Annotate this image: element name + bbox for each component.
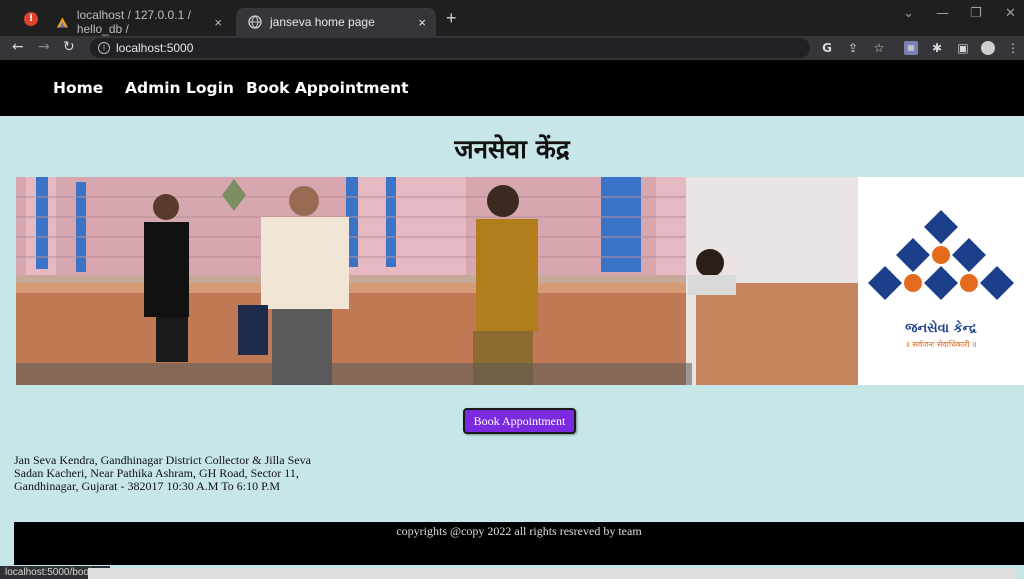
profile-avatar-icon[interactable] [981, 41, 995, 55]
janseva-logo-icon [868, 210, 1014, 300]
tab-phpmyadmin[interactable]: localhost / 127.0.0.1 / hello_db / × [0, 8, 232, 36]
copyright-text: copyrights @copy 2022 all rights resreve… [396, 524, 642, 538]
page-title: जनसेवा केंद्र [454, 135, 570, 165]
logo-tagline: ॥ सर्वजनः सेवाधिकारी ॥ [905, 340, 977, 349]
nav-home-link[interactable]: Home [53, 79, 103, 97]
new-tab-button[interactable]: + [446, 8, 457, 29]
minimize-button[interactable]: — [936, 6, 949, 21]
google-icon[interactable]: G [820, 41, 834, 55]
back-icon[interactable]: ← [12, 39, 24, 55]
nav-admin-login-link[interactable]: Admin Login [125, 79, 234, 97]
close-icon[interactable]: × [418, 15, 426, 30]
globe-icon [248, 15, 262, 29]
address-text: Jan Seva Kendra, Gandhinagar District Co… [14, 453, 311, 493]
window-close-button[interactable]: ✕ [1005, 6, 1016, 21]
browser-toolbar: ← → ↻ i localhost:5000 G ⇪ ☆ ▦ ✱ ▣ ⋮ [0, 36, 1024, 60]
tab-search-icon[interactable]: ⌄ [903, 6, 914, 21]
extension-icon[interactable]: ▦ [904, 41, 918, 55]
restore-button[interactable]: ❐ [970, 6, 982, 21]
book-appointment-button[interactable]: Book Appointment [463, 408, 576, 434]
janseva-logo: જનસેવા કેન્દ્ર ॥ सर्वजनः सेवाधिकारी ॥ [858, 177, 1024, 385]
bookmark-star-icon[interactable]: ☆ [872, 41, 886, 55]
side-panel-icon[interactable]: ▣ [956, 41, 970, 55]
puzzle-icon[interactable]: ✱ [930, 41, 944, 55]
address-bar[interactable]: i localhost:5000 [90, 38, 810, 58]
tab-title: localhost / 127.0.0.1 / hello_db / [76, 8, 191, 36]
share-icon[interactable]: ⇪ [846, 41, 860, 55]
close-icon[interactable]: × [214, 15, 222, 30]
nav-book-appointment-link[interactable]: Book Appointment [246, 79, 409, 97]
caption-overlay [16, 363, 692, 385]
browser-tabstrip: ! localhost / 127.0.0.1 / hello_db / × j… [0, 0, 1024, 36]
reload-icon[interactable]: ↻ [63, 39, 75, 55]
site-navbar: Home Admin Login Book Appointment [0, 60, 1024, 116]
tab-title: janseva home page [270, 15, 375, 29]
phpmyadmin-icon [56, 17, 68, 28]
footer: copyrights @copy 2022 all rights resreve… [14, 522, 1024, 565]
horizontal-scrollbar[interactable] [88, 568, 1016, 579]
hero-banner: જનસેવા કેન્દ્ર ॥ सर्वजनः सेवाधिकारी ॥ [16, 177, 1024, 385]
menu-icon[interactable]: ⋮ [1006, 41, 1020, 55]
info-icon[interactable]: i [98, 42, 110, 54]
forward-icon[interactable]: → [38, 39, 50, 55]
logo-text: જનસેવા કેન્દ્ર [905, 321, 977, 336]
address-url: localhost:5000 [116, 41, 194, 55]
tab-janseva[interactable]: janseva home page × [236, 8, 436, 36]
office-counter-photo [16, 177, 858, 385]
